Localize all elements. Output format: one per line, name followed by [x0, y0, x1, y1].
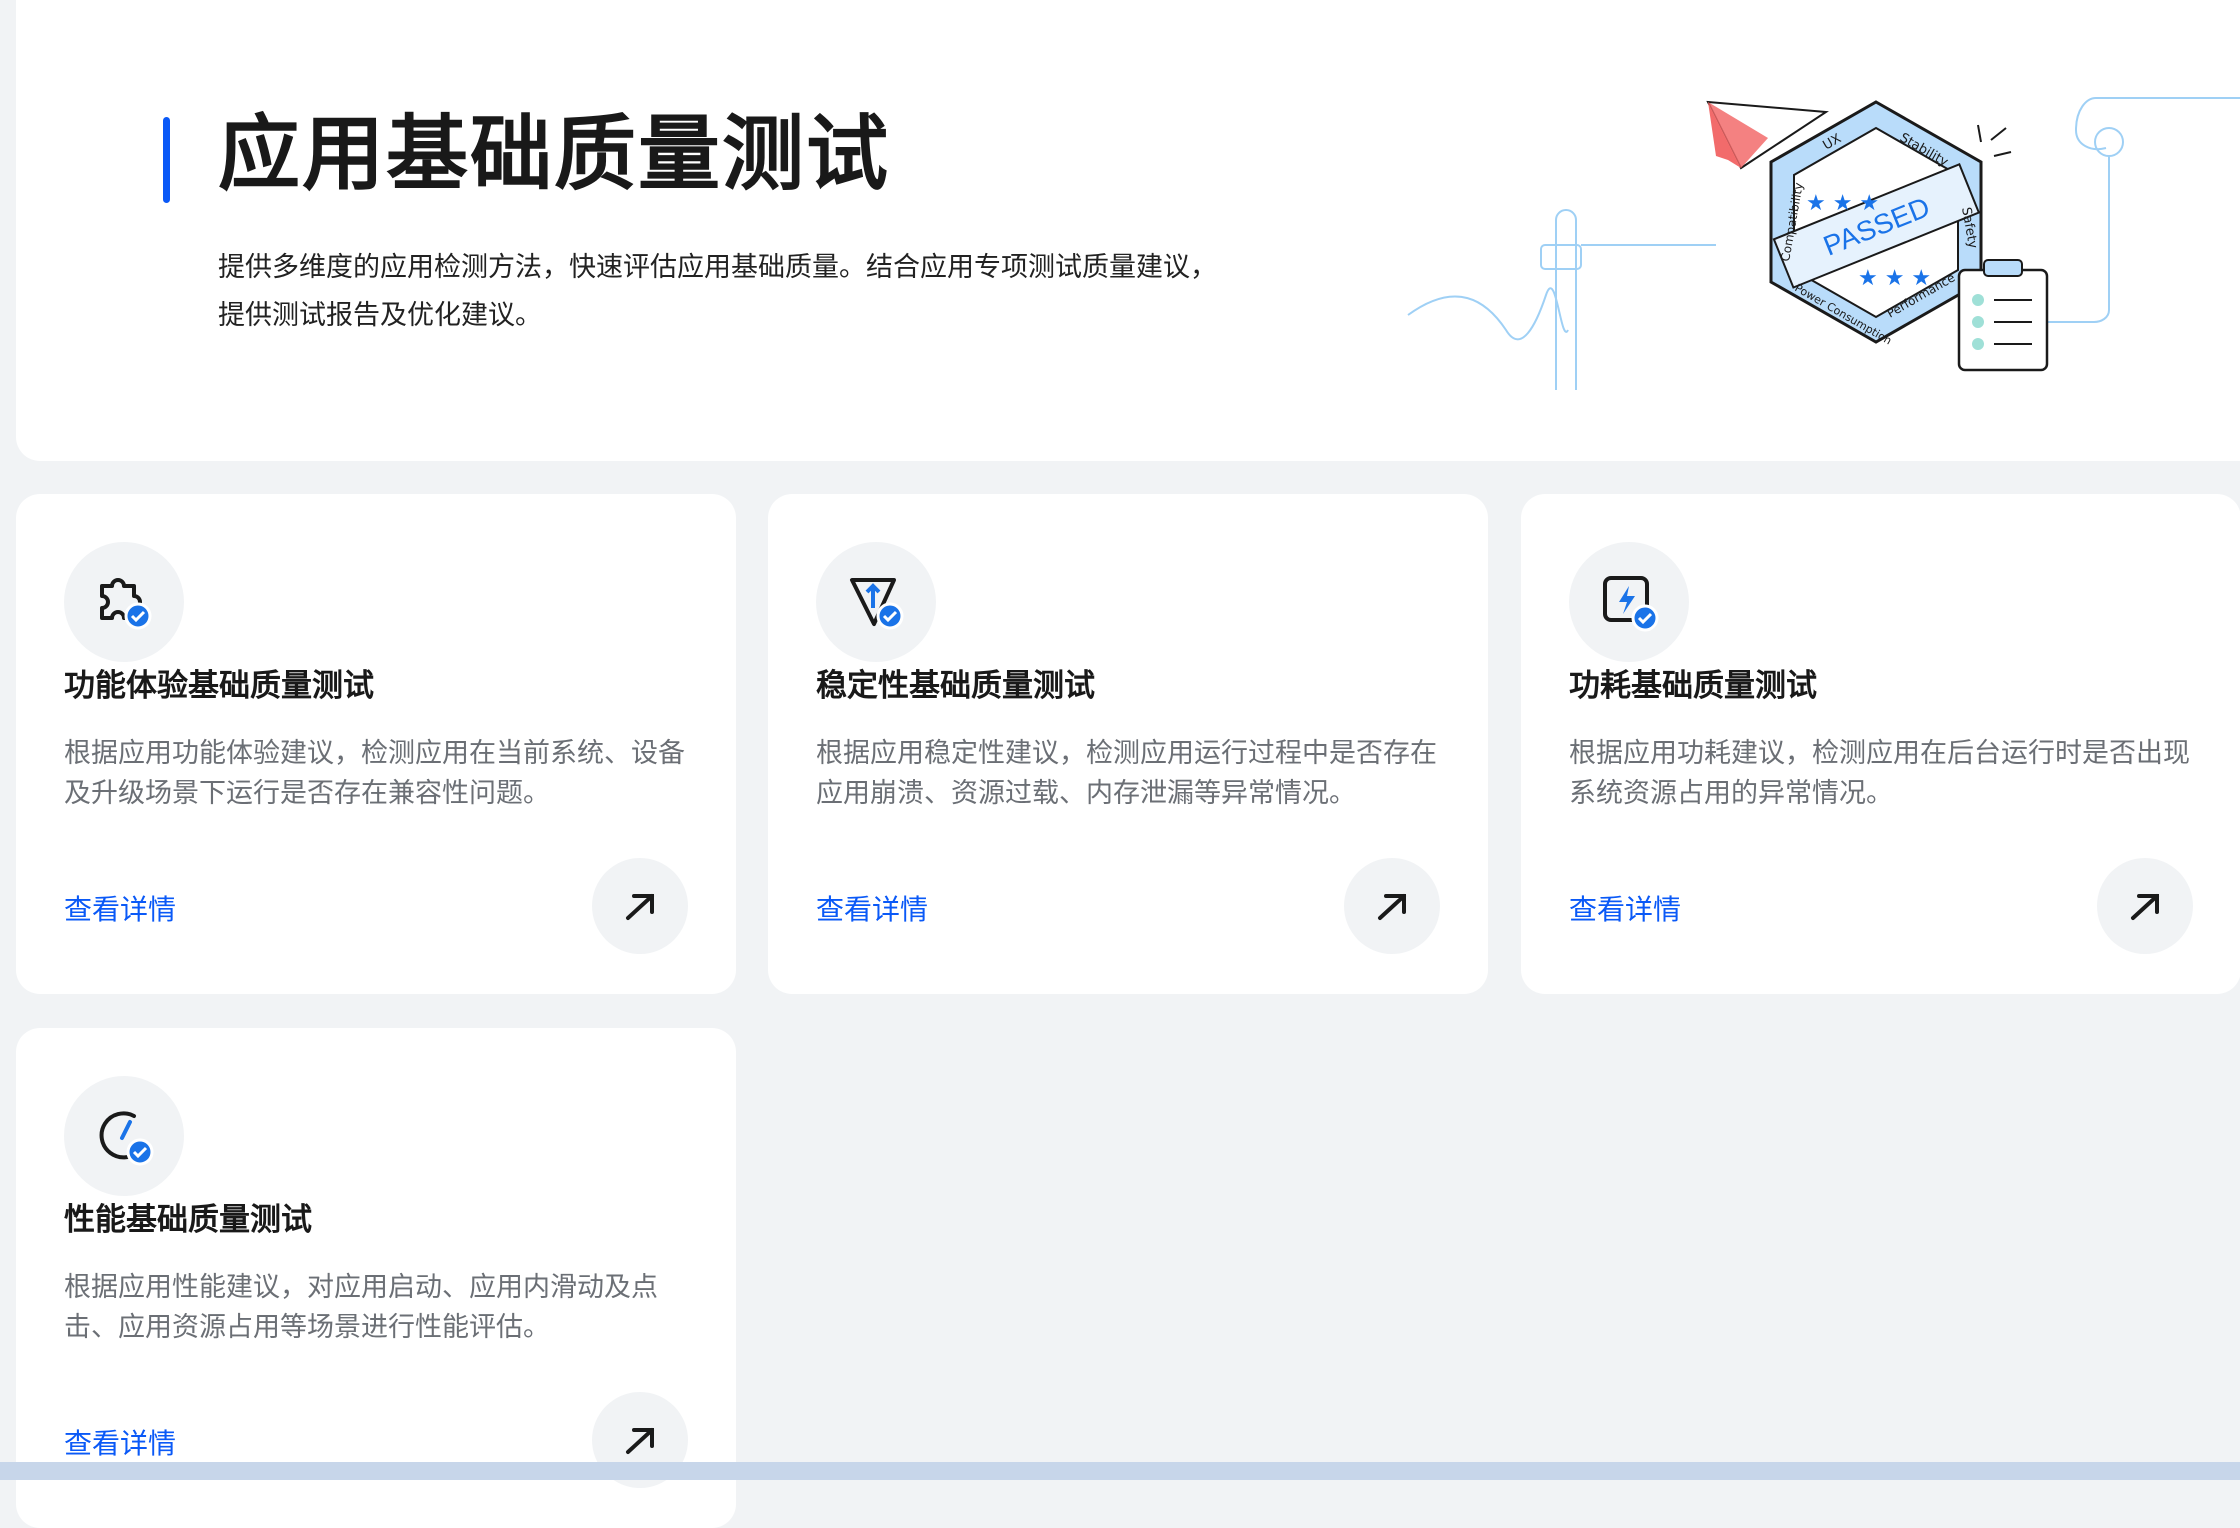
card-icon-wrapper [1569, 542, 1689, 662]
arrow-up-right-icon [1378, 894, 1406, 920]
card-description: 根据应用稳定性建议，检测应用运行过程中是否存在应用崩溃、资源过载、内存泄漏等异常… [816, 738, 1437, 809]
card-power-consumption[interactable]: 功耗基础质量测试 根据应用功耗建议，检测应用在后台运行时是否出现系统资源占用的异… [1521, 494, 2240, 994]
arrow-up-right-icon [2131, 894, 2159, 920]
card-description: 根据应用性能建议，对应用启动、应用内滑动及点击、应用资源占用等场景进行性能评估。 [64, 1272, 658, 1343]
quality-badge-illustration: PASSED ★ ★ ★ ★ ★ ★ UX Stability Safety P… [1407, 97, 2240, 390]
open-arrow-button[interactable] [2097, 858, 2193, 954]
page-title: 应用基础质量测试 [218, 107, 891, 202]
card-description: 根据应用功耗建议，检测应用在后台运行时是否出现系统资源占用的异常情况。 [1569, 738, 2190, 809]
card-description: 根据应用功能体验建议，检测应用在当前系统、设备及升级场景下运行是否存在兼容性问题… [64, 738, 685, 809]
card-functional-experience[interactable]: 功能体验基础质量测试 根据应用功能体验建议，检测应用在当前系统、设备及升级场景下… [16, 494, 736, 994]
open-arrow-button[interactable] [1344, 858, 1440, 954]
page-description: 提供多维度的应用检测方法，快速评估应用基础质量。结合应用专项测试质量建议，提供测… [218, 252, 1217, 331]
svg-text:★ ★ ★: ★ ★ ★ [1806, 191, 1879, 216]
card-stability[interactable]: 稳定性基础质量测试 根据应用稳定性建议，检测应用运行过程中是否存在应用崩溃、资源… [768, 494, 1488, 994]
arrow-up-right-icon [626, 894, 654, 920]
card-icon-wrapper [64, 1076, 184, 1196]
arrow-up-right-icon [626, 1428, 654, 1454]
card-title: 性能基础质量测试 [64, 1202, 312, 1238]
speedometer-check-icon [99, 1111, 154, 1166]
window-bottom-edge [0, 1462, 2240, 1480]
view-details-link[interactable]: 查看详情 [1569, 890, 1681, 930]
clipboard-icon [1957, 259, 2049, 372]
hero-banner: 应用基础质量测试 提供多维度的应用检测方法，快速评估应用基础质量。结合应用专项测… [16, 0, 2240, 461]
card-title: 功耗基础质量测试 [1569, 668, 1817, 704]
card-title: 稳定性基础质量测试 [816, 668, 1095, 704]
card-icon-wrapper [816, 542, 936, 662]
view-details-link[interactable]: 查看详情 [64, 890, 176, 930]
card-title: 功能体验基础质量测试 [64, 668, 374, 704]
open-arrow-button[interactable] [592, 858, 688, 954]
funnel-up-check-icon [850, 578, 904, 630]
card-icon-wrapper [64, 542, 184, 662]
view-details-link[interactable]: 查看详情 [816, 890, 928, 930]
view-details-link[interactable]: 查看详情 [64, 1424, 176, 1464]
puzzle-check-icon [100, 578, 152, 630]
card-performance[interactable]: 性能基础质量测试 根据应用性能建议，对应用启动、应用内滑动及点击、应用资源占用等… [16, 1028, 736, 1528]
power-bolt-check-icon [1603, 576, 1659, 632]
title-accent-bar [163, 117, 170, 203]
